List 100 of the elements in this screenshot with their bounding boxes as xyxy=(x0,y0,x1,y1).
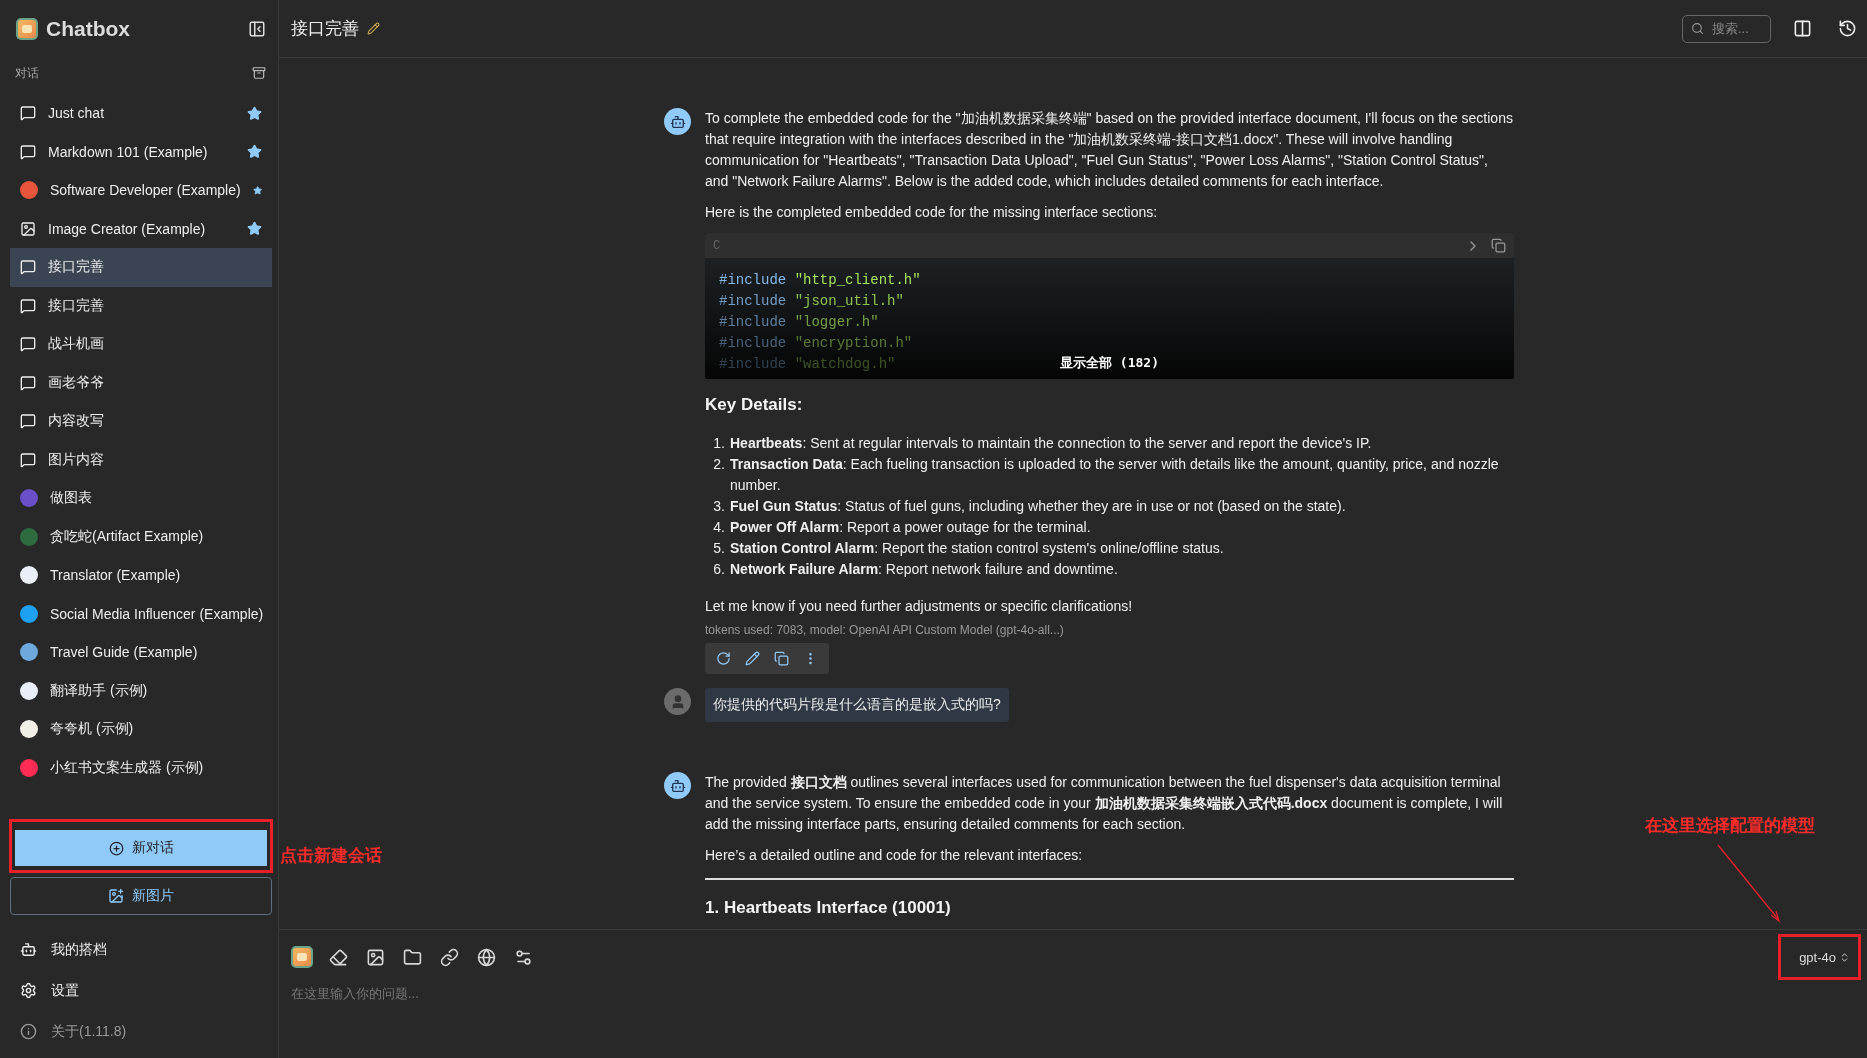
new-chat-button[interactable]: 新对话 xyxy=(15,830,267,866)
image-icon xyxy=(20,220,36,237)
list-item: Heartbeats: Sent at regular intervals to maintain the connection to the server and report the device's IP. xyxy=(730,434,1373,453)
list-item: Transaction Data: Each fueling transaction is uploaded to the server with details like the amount, quantity, price, and nozzle number. xyxy=(730,455,1500,495)
menu-item[interactable]: 我的搭档 xyxy=(10,929,272,970)
chatbox-logo[interactable] xyxy=(291,946,313,968)
section-heading: 1. Heartbeats Interface (10001) xyxy=(705,898,952,918)
conversation-title: Travel Guide (Example) xyxy=(50,644,199,661)
chat-icon xyxy=(20,413,36,430)
conversation-item[interactable]: 贪吃蛇(Artifact Example) xyxy=(10,517,272,556)
app-name: Chatbox xyxy=(46,17,131,41)
conversation-item[interactable]: 接口完善 xyxy=(10,286,272,325)
conversation-item[interactable]: Travel Guide (Example) xyxy=(10,633,272,672)
code-line: #include "encryption.h" xyxy=(719,334,913,353)
code-line: #include "http_client.h" xyxy=(719,271,921,290)
conversation-item[interactable]: 小红书文案生成器 (示例) xyxy=(10,748,272,787)
new-image-button[interactable]: 新图片 xyxy=(10,877,272,915)
menu-item[interactable]: 设置 xyxy=(10,970,272,1011)
copy-icon[interactable] xyxy=(1491,238,1506,253)
search-input[interactable]: 搜索... xyxy=(1712,21,1762,36)
chat-icon xyxy=(20,259,36,276)
search-icon xyxy=(1691,22,1704,35)
conversation-item[interactable]: 画老爷爷 xyxy=(10,363,272,402)
conversation-item[interactable]: 接口完善 xyxy=(10,248,272,287)
list-item: Fuel Gun Status: Status of fuel guns, including whether they are in use or not (based on the state). xyxy=(730,497,1347,516)
conversation-item[interactable]: Just chat xyxy=(10,94,272,133)
conversation-title: 内容改写 xyxy=(48,412,105,431)
annotation-text: 在这里选择配置的模型 xyxy=(1645,815,1815,837)
star-icon[interactable] xyxy=(247,144,262,160)
chat-icon xyxy=(20,336,36,353)
show-all-button[interactable]: 显示全部 (182) xyxy=(1054,353,1165,373)
conversation-title: 贪吃蛇(Artifact Example) xyxy=(50,527,205,546)
user-message: 你提供的代码片段是什么语言的是嵌入式的吗? xyxy=(705,688,1009,722)
conversation-title: 做图表 xyxy=(50,489,93,508)
conversation-item[interactable]: Social Media Influencer (Example) xyxy=(10,594,272,633)
chat-icon xyxy=(20,143,36,160)
chat-icon xyxy=(20,297,36,314)
split-view-icon[interactable] xyxy=(1793,19,1812,38)
code-line: #include "json_util.h" xyxy=(719,292,904,311)
list-number: 4. xyxy=(713,518,725,537)
conversation-title: 接口完善 xyxy=(48,258,105,277)
list-number: 3. xyxy=(713,497,725,516)
search-field[interactable]: 搜索... xyxy=(1682,14,1771,43)
conversation-item[interactable]: Markdown 101 (Example) xyxy=(10,132,272,171)
code-line: #include "logger.h" xyxy=(719,313,879,332)
conversation-title: 夸夸机 (示例) xyxy=(50,720,135,739)
code-line: #include "watchdog.h" xyxy=(719,355,896,374)
conversation-item[interactable]: 夸夸机 (示例) xyxy=(10,710,272,749)
conversation-title: Translator (Example) xyxy=(50,567,182,584)
conversation-item[interactable]: Software Developer (Example) xyxy=(10,171,272,210)
list-number: 1. xyxy=(713,434,725,453)
conversation-item[interactable]: 翻译助手 (示例) xyxy=(10,671,272,710)
chat-icon xyxy=(20,451,36,468)
conversation-title: Image Creator (Example) xyxy=(48,220,207,237)
chat-title: 接口完善 xyxy=(291,18,359,40)
model-selector[interactable]: gpt-4o xyxy=(1778,934,1861,980)
conversation-item[interactable]: 图片内容 xyxy=(10,440,272,479)
user-avatar-icon xyxy=(664,688,691,715)
section-label: 对话 xyxy=(15,64,39,82)
conversation-item[interactable]: 战斗机画 xyxy=(10,325,272,364)
message-text: Let me know if you need further adjustments or specific clarifications! xyxy=(705,597,1134,616)
edit-icon[interactable] xyxy=(367,22,380,35)
archive-icon[interactable] xyxy=(252,66,266,80)
chevrons-icon xyxy=(1839,951,1850,963)
message-input[interactable]: 在这里输入你的问题... xyxy=(291,986,891,1001)
message-text: The provided 接口文档 outlines several interfaces used for communication between the fuel dispenser's data acquisition terminal and the service system. To ensure the embedded code in your 加油机数据采集终端嵌入式代码.docx document is complete, I will add the missing interface parts, ensuring detailed comments for each section. xyxy=(705,773,1504,834)
list-number: 6. xyxy=(713,560,725,579)
conversation-title: Social Media Influencer (Example) xyxy=(50,605,264,622)
section-heading: Key Details: xyxy=(705,395,804,415)
collapse-sidebar-icon[interactable] xyxy=(248,20,266,38)
conversation-item[interactable]: Translator (Example) xyxy=(10,556,272,595)
history-icon[interactable] xyxy=(1838,19,1857,38)
chat-icon xyxy=(20,374,36,391)
plus-circle-icon xyxy=(108,840,124,856)
menu-item[interactable]: 关于(1.11.8) xyxy=(10,1011,272,1052)
list-item: Power Off Alarm: Report a power outage for the terminal. xyxy=(730,518,1092,537)
image-plus-icon xyxy=(108,888,124,904)
bot-avatar-icon xyxy=(664,108,691,135)
conversation-title: 图片内容 xyxy=(48,450,105,469)
list-item: Station Control Alarm: Report the station control system's online/offline status. xyxy=(730,539,1225,558)
star-icon[interactable] xyxy=(247,105,262,121)
conversation-title: Software Developer (Example) xyxy=(50,182,241,199)
conversation-item[interactable]: Image Creator (Example) xyxy=(10,209,272,248)
info-icon xyxy=(20,1023,37,1040)
list-number: 2. xyxy=(713,455,725,474)
star-icon[interactable] xyxy=(247,221,262,237)
annotation-text: 点击新建会话 xyxy=(280,845,382,867)
conversation-item[interactable]: 内容改写 xyxy=(10,402,272,441)
conversation-title: 战斗机画 xyxy=(48,335,105,354)
conversation-title: 接口完善 xyxy=(48,296,105,315)
conversation-title: 翻译助手 (示例) xyxy=(50,681,149,700)
bot-icon xyxy=(20,941,37,958)
message-text: To complete the embedded code for the "加油机数据采集终端" based on the provided interface document, I'll focus on the sections that require integration with the interfaces described in the "加油机数采终端-接口文档1.docx". These will involve handling communication for "Heartbeats", "Transaction Data Upload", "Fuel Gun Status", "Power Loss Alarms", "Station Control Status", and "Network Failure Alarms". Below is the added code, which includes detailed comments for each interface. xyxy=(705,109,1514,191)
conversation-title: Just chat xyxy=(48,105,106,122)
chatbox-logo xyxy=(16,18,38,40)
settings-icon xyxy=(20,982,37,999)
conversation-title: 小红书文案生成器 (示例) xyxy=(50,758,205,777)
token-usage-text: tokens used: 7083, model: OpenAI API Custom Model (gpt-4o-all...) xyxy=(705,623,1065,637)
conversation-item[interactable]: 做图表 xyxy=(10,479,272,518)
conversation-title: Markdown 101 (Example) xyxy=(48,143,209,160)
